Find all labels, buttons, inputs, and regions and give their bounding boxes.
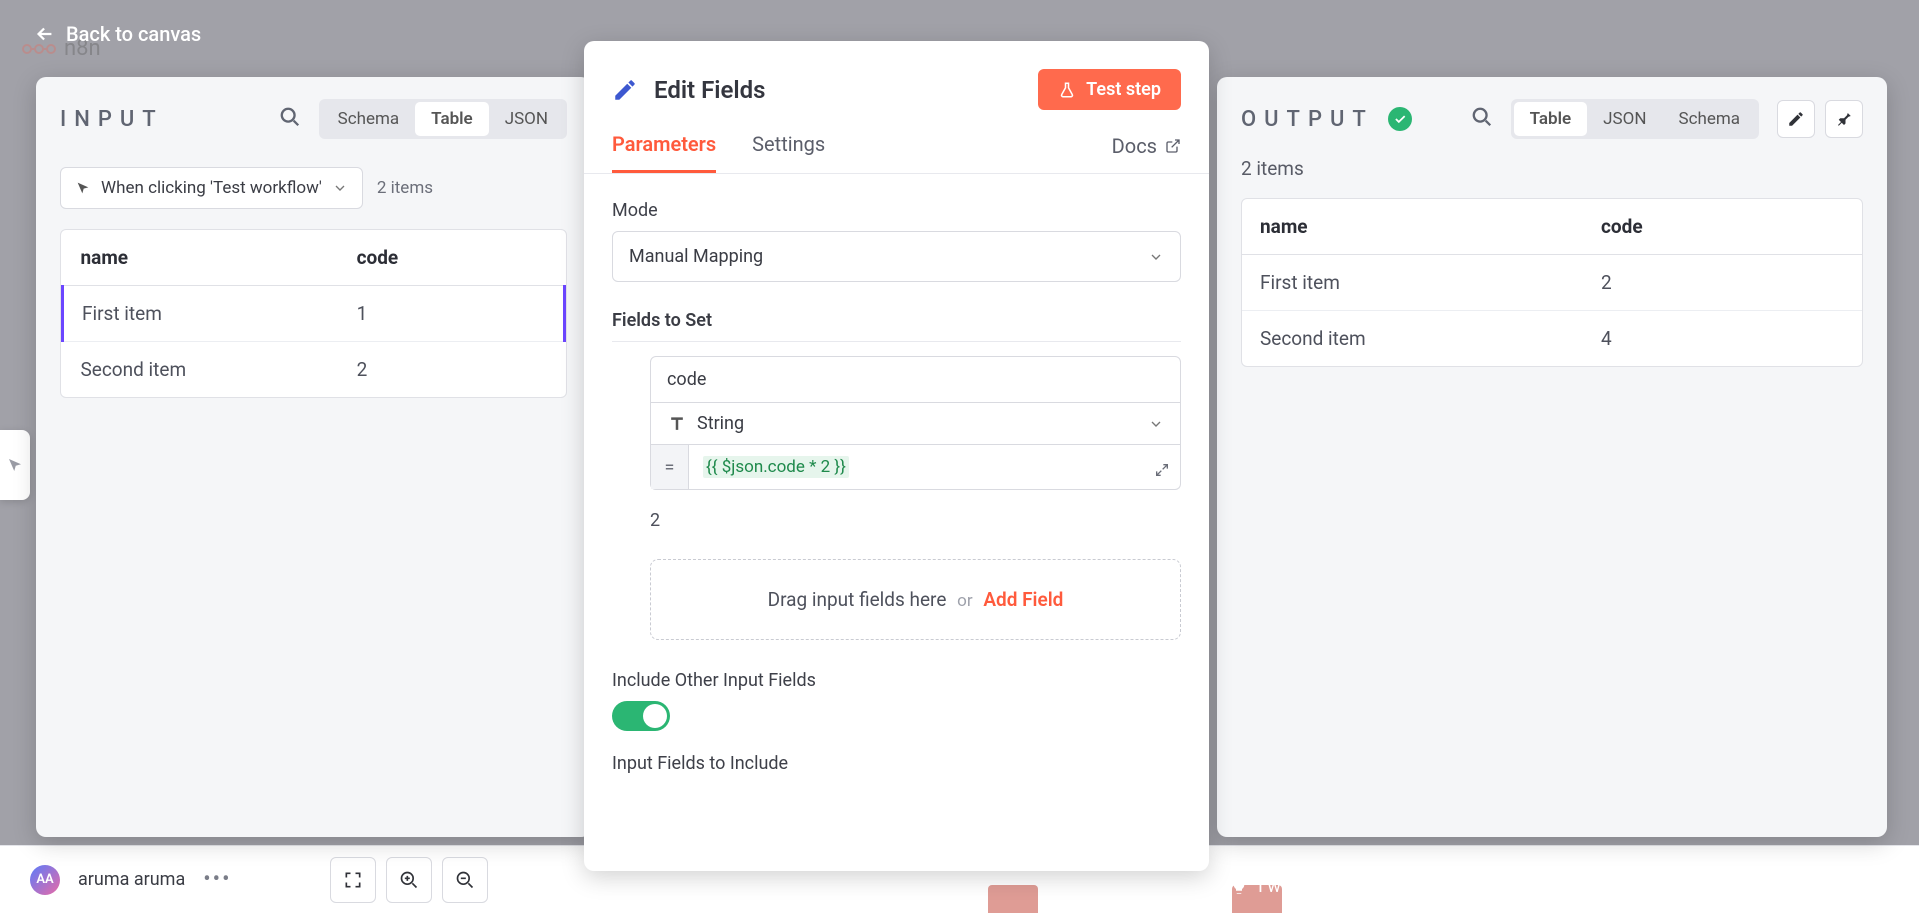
check-icon: [1393, 112, 1407, 126]
output-panel: OUTPUT Table JSON Schema: [1217, 77, 1887, 837]
table-row[interactable]: First item 1: [63, 286, 565, 342]
back-to-canvas[interactable]: Back to canvas: [34, 22, 201, 46]
dropzone-text: Drag input fields here: [768, 588, 947, 611]
input-fields-include-label: Input Fields to Include: [612, 753, 1181, 774]
arrow-left-icon: [34, 23, 56, 45]
feedback-link[interactable]: I wish this node would…: [1230, 876, 1448, 897]
include-other-fields-label: Include Other Input Fields: [612, 670, 1181, 691]
node-title: Edit Fields: [654, 76, 766, 104]
output-items-count: 2 items: [1217, 157, 1887, 198]
cell: First item: [1242, 255, 1583, 311]
input-col-name: name: [63, 230, 339, 286]
user-menu-button[interactable]: •••: [203, 867, 231, 892]
docs-link[interactable]: Docs: [1112, 134, 1181, 172]
output-table: name code First item 2 Second item 4: [1241, 198, 1863, 367]
edit-output-button[interactable]: [1777, 100, 1815, 138]
test-step-label: Test step: [1086, 79, 1161, 100]
include-other-fields-toggle[interactable]: [612, 701, 670, 731]
zoom-in-button[interactable]: [386, 857, 432, 903]
cell: Second item: [1242, 311, 1583, 367]
avatar[interactable]: AA: [30, 865, 60, 895]
pencil-icon: [612, 77, 638, 103]
external-link-icon: [1165, 138, 1181, 154]
docs-label: Docs: [1112, 134, 1157, 158]
cell: Second item: [63, 342, 339, 398]
expression-toggle[interactable]: =: [651, 445, 689, 489]
table-row[interactable]: Second item 2: [63, 342, 565, 398]
search-icon: [279, 106, 301, 128]
output-success-badge: [1388, 107, 1412, 131]
expand-icon: [1154, 462, 1170, 478]
chevron-down-icon: [1148, 249, 1164, 265]
field-type-select[interactable]: String: [650, 403, 1181, 445]
field-name-input[interactable]: code: [650, 356, 1181, 403]
input-source-label: When clicking 'Test workflow': [101, 178, 322, 198]
field-type-value: String: [697, 413, 744, 434]
dropzone-or: or: [957, 591, 972, 611]
input-table: name code First item 1 Second item 2: [60, 229, 567, 398]
flask-icon: [1058, 81, 1076, 99]
tab-settings[interactable]: Settings: [752, 132, 825, 173]
input-tab-json[interactable]: JSON: [489, 102, 564, 136]
output-search-button[interactable]: [1471, 106, 1493, 132]
output-col-name: name: [1242, 199, 1583, 255]
fullscreen-icon: [343, 870, 363, 890]
cell: First item: [63, 286, 339, 342]
test-step-button[interactable]: Test step: [1038, 69, 1181, 110]
cell: 1: [339, 286, 565, 342]
lightbulb-icon: [1230, 878, 1248, 896]
edge-handle[interactable]: [0, 430, 30, 500]
input-panel: INPUT Schema Table JSON When clicking 'T…: [36, 77, 591, 837]
output-tab-table[interactable]: Table: [1514, 102, 1588, 136]
input-items-count: 2 items: [377, 178, 433, 198]
pencil-icon: [1787, 110, 1805, 128]
tab-parameters[interactable]: Parameters: [612, 132, 716, 173]
fit-view-button[interactable]: [330, 857, 376, 903]
search-icon: [1471, 106, 1493, 128]
feedback-text: I wish this node would…: [1258, 876, 1448, 897]
input-view-tabs: Schema Table JSON: [319, 99, 567, 139]
output-title: OUTPUT: [1241, 107, 1374, 132]
add-field-dropzone[interactable]: Drag input fields here or Add Field: [650, 559, 1181, 640]
output-tab-schema[interactable]: Schema: [1662, 102, 1756, 136]
zoom-in-icon: [399, 870, 419, 890]
output-tab-json[interactable]: JSON: [1587, 102, 1662, 136]
table-row[interactable]: Second item 4: [1242, 311, 1862, 367]
input-search-button[interactable]: [279, 106, 301, 132]
back-label: Back to canvas: [66, 22, 201, 46]
pin-output-button[interactable]: [1825, 100, 1863, 138]
input-tab-schema[interactable]: Schema: [322, 102, 416, 136]
field-result-preview: 2: [650, 510, 1181, 531]
expand-expression-button[interactable]: [1154, 462, 1170, 483]
chevron-down-icon: [1148, 416, 1164, 432]
output-col-code: code: [1583, 199, 1862, 255]
mode-select[interactable]: Manual Mapping: [612, 231, 1181, 282]
mode-label: Mode: [612, 200, 1181, 221]
cell: 2: [1583, 255, 1862, 311]
fields-to-set-label: Fields to Set: [612, 310, 1181, 342]
mode-value: Manual Mapping: [629, 246, 763, 267]
expression-code: {{ $json.code * 2 }}: [703, 456, 849, 478]
cell: 2: [339, 342, 565, 398]
input-source-select[interactable]: When clicking 'Test workflow': [60, 167, 363, 209]
field-expression-input[interactable]: {{ $json.code * 2 }}: [689, 445, 1180, 489]
field-config: code String = {{ $json.code * 2 }}: [650, 356, 1181, 490]
username: aruma aruma: [78, 869, 185, 890]
input-title: INPUT: [60, 107, 164, 132]
input-tab-table[interactable]: Table: [415, 102, 489, 136]
table-row[interactable]: First item 2: [1242, 255, 1862, 311]
node-editor-panel: Edit Fields Test step Parameters Setting…: [584, 41, 1209, 871]
cursor-icon: [75, 180, 91, 196]
hidden-toolbar-item: [988, 885, 1038, 913]
pin-icon: [1835, 110, 1853, 128]
chevron-down-icon: [332, 180, 348, 196]
output-view-tabs: Table JSON Schema: [1511, 99, 1759, 139]
input-col-code: code: [339, 230, 565, 286]
cell: 4: [1583, 311, 1862, 367]
add-field-button[interactable]: Add Field: [983, 588, 1063, 611]
zoom-out-button[interactable]: [442, 857, 488, 903]
zoom-out-icon: [455, 870, 475, 890]
cursor-icon: [6, 456, 24, 474]
text-type-icon: [667, 414, 687, 434]
